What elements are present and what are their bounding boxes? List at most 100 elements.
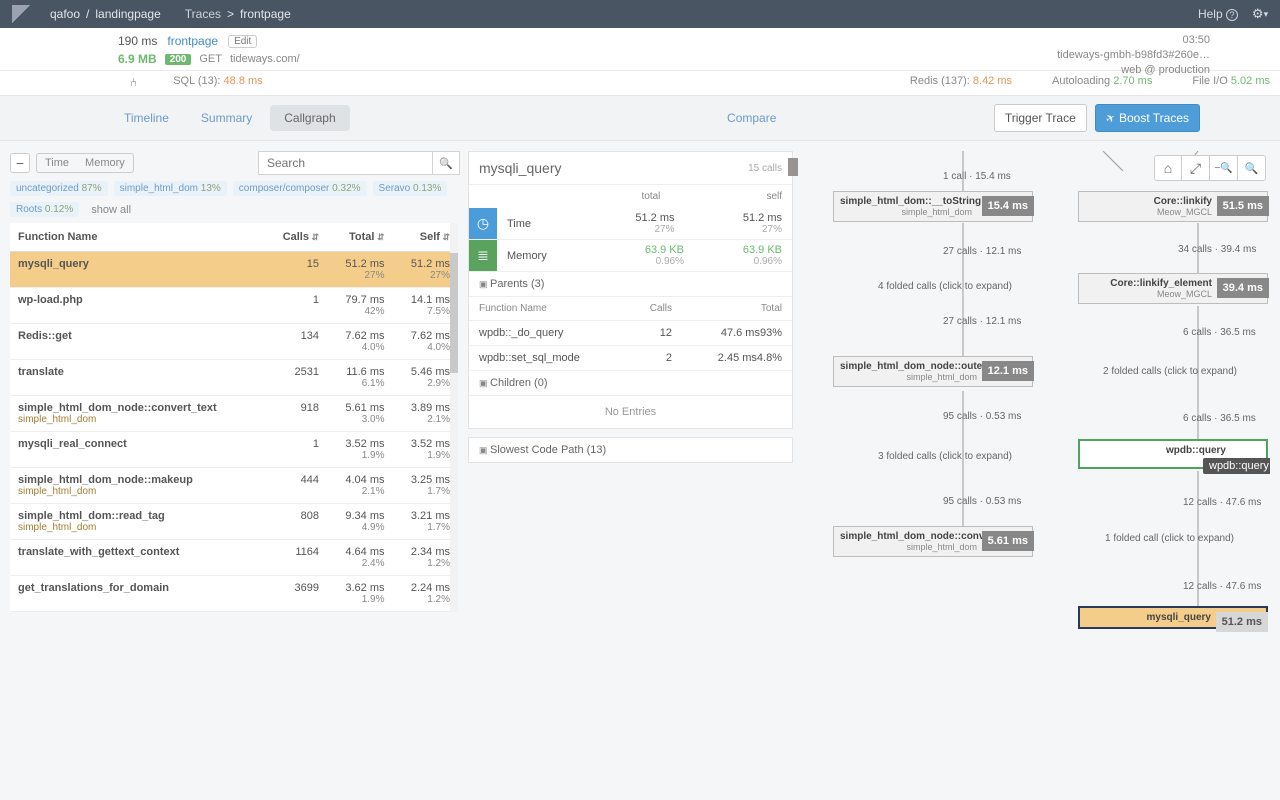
request-url: tideways.com/ [230, 53, 300, 65]
clock-time: 03:50 [1057, 34, 1210, 46]
graph-zoom-in-button[interactable] [1238, 155, 1266, 181]
col-self[interactable]: Self [393, 223, 459, 252]
filter-chip[interactable]: composer/composer 0.32% [233, 181, 367, 196]
slowest-section-header[interactable]: Slowest Code Path (13) [469, 438, 792, 462]
collapse-button[interactable]: − [10, 153, 30, 173]
host-name: tideways-gmbh-b98fd3#260e… [1057, 49, 1210, 61]
time-memory-toggle[interactable]: Time Memory [36, 153, 134, 173]
route-link[interactable]: frontpage [167, 34, 218, 48]
compare-link[interactable]: Compare [727, 111, 776, 125]
clock-icon [477, 215, 489, 232]
edge-label: 34 calls · 39.4 ms [1178, 244, 1256, 255]
top-navbar: qafoo / landingpage Traces > frontpage H… [0, 0, 1280, 28]
project-link[interactable]: landingpage [95, 7, 160, 21]
table-row[interactable]: get_translations_for_domain36993.62 ms1.… [10, 576, 458, 612]
table-row[interactable]: simple_html_dom_node::makeupsimple_html_… [10, 468, 458, 504]
edit-button[interactable]: Edit [228, 35, 257, 48]
detail-calls: 15 calls [748, 163, 782, 174]
edge-label: 6 calls · 36.5 ms [1183, 413, 1256, 424]
boost-traces-button[interactable]: Boost Traces [1095, 104, 1200, 132]
graph-node[interactable]: simple_html_dom_node::outertext@3simple_… [833, 356, 1033, 387]
database-icon [477, 247, 489, 264]
settings-menu-icon[interactable] [1252, 6, 1268, 22]
table-row[interactable]: simple_html_dom::read_tagsimple_html_dom… [10, 504, 458, 540]
edge-label: 1 call · 15.4 ms [943, 171, 1011, 182]
fileio-time: 5.02 ms [1231, 75, 1270, 87]
folded-calls[interactable]: 4 folded calls (click to expand) [878, 281, 1012, 292]
edge-label: 27 calls · 12.1 ms [943, 246, 1021, 257]
folded-calls[interactable]: 2 folded calls (click to expand) [1103, 366, 1237, 377]
folded-calls[interactable]: 3 folded calls (click to expand) [878, 451, 1012, 462]
trace-duration: 190 ms [118, 34, 157, 48]
panel-resize-handle[interactable] [788, 158, 798, 176]
callgraph-canvas[interactable]: 1 call · 15.4 ms simple_html_dom::__toSt… [803, 151, 1270, 671]
col-calls[interactable]: Calls [265, 223, 327, 252]
graph-tooltip: wpdb::query [1203, 458, 1270, 474]
table-row[interactable]: wp-load.php179.7 ms42%14.1 ms7.5% [10, 288, 458, 324]
filter-chip[interactable]: simple_html_dom 13% [114, 181, 227, 196]
tab-summary[interactable]: Summary [187, 105, 266, 131]
children-section-header[interactable]: Children (0) [469, 371, 792, 396]
tree-icon[interactable] [130, 75, 143, 89]
toggle-memory[interactable]: Memory [77, 154, 133, 172]
table-row[interactable]: wpdb::_do_query1247.6 ms93% [469, 321, 792, 346]
table-row[interactable]: mysqli_real_connect13.52 ms1.9%3.52 ms1.… [10, 432, 458, 468]
toggle-time[interactable]: Time [37, 154, 77, 172]
brand-logo-icon[interactable] [12, 5, 30, 23]
sql-time: 48.8 ms [224, 75, 263, 87]
memory-row-label: Memory [497, 240, 596, 271]
bolt-icon [1106, 111, 1119, 125]
http-method: GET [199, 53, 222, 65]
filter-chip[interactable]: Roots 0.12% [10, 202, 79, 217]
memory-usage: 6.9 MB [118, 52, 157, 66]
graph-node[interactable]: Core::linkifyMeow_MGCL 51.5 ms [1078, 191, 1268, 222]
graph-fullscreen-button[interactable] [1182, 155, 1210, 181]
table-scrollbar[interactable] [450, 223, 458, 612]
breadcrumb-route[interactable]: frontpage [240, 7, 291, 21]
redis-time: 8.42 ms [973, 75, 1012, 87]
edge-label: 27 calls · 12.1 ms [943, 316, 1021, 327]
org-link[interactable]: qafoo [50, 7, 80, 21]
environment: web @ production [1057, 64, 1210, 76]
tab-timeline[interactable]: Timeline [110, 105, 183, 131]
search-input[interactable] [258, 151, 458, 175]
graph-node-hot[interactable]: mysqli_query 51.2 ms [1078, 606, 1268, 629]
tab-callgraph[interactable]: Callgraph [270, 105, 349, 131]
time-badge-icon [469, 208, 497, 239]
search-icon[interactable] [432, 151, 460, 175]
filter-chip[interactable]: uncategorized 87% [10, 181, 108, 196]
show-all-link[interactable]: show all [91, 204, 131, 216]
trace-header: 190 ms frontpage Edit 6.9 MB 200 GET tid… [0, 28, 1280, 71]
graph-zoom-out-button[interactable] [1210, 155, 1238, 181]
edge-label: 95 calls · 0.53 ms [943, 496, 1021, 507]
table-row[interactable]: Redis::get1347.62 ms4.0%7.62 ms4.0% [10, 324, 458, 360]
edge-label: 12 calls · 47.6 ms [1183, 581, 1261, 592]
parents-section-header[interactable]: Parents (3) [469, 272, 792, 297]
graph-node[interactable]: simple_html_dom_node::convert_textsimple… [833, 526, 1033, 557]
graph-node[interactable]: Core::linkify_elementMeow_MGCL 39.4 ms [1078, 273, 1268, 304]
breadcrumb-traces[interactable]: Traces [185, 7, 221, 21]
no-entries-label: No Entries [469, 396, 792, 428]
filter-chip[interactable]: Seravo 0.13% [373, 181, 448, 196]
functions-table: Function Name Calls Total Self mysqli_qu… [10, 223, 458, 612]
table-row[interactable]: simple_html_dom_node::convert_textsimple… [10, 396, 458, 432]
table-row[interactable]: translate_with_gettext_context11644.64 m… [10, 540, 458, 576]
graph-node[interactable]: simple_html_dom::__toStringsimple_html_d… [833, 191, 1033, 222]
memory-badge-icon [469, 240, 497, 271]
graph-home-button[interactable] [1154, 155, 1182, 181]
table-row[interactable]: wpdb::set_sql_mode22.45 ms4.8% [469, 346, 792, 371]
edge-label: 95 calls · 0.53 ms [943, 411, 1021, 422]
help-link[interactable]: Help ? [1198, 7, 1238, 21]
table-row[interactable]: mysqli_query1551.2 ms27%51.2 ms27% [10, 252, 458, 288]
graph-edges [803, 151, 1270, 671]
folded-calls[interactable]: 1 folded call (click to expand) [1105, 533, 1234, 544]
trigger-trace-button[interactable]: Trigger Trace [994, 104, 1087, 132]
edge-label: 6 calls · 36.5 ms [1183, 327, 1256, 338]
col-function[interactable]: Function Name [10, 223, 265, 252]
detail-title: mysqli_query [479, 160, 561, 176]
table-row[interactable]: translate253111.6 ms6.1%5.46 ms2.9% [10, 360, 458, 396]
col-total[interactable]: Total [327, 223, 392, 252]
http-status-badge: 200 [165, 54, 192, 65]
tabs-row: Timeline Summary Callgraph Compare Trigg… [0, 96, 1280, 141]
time-row-label: Time [497, 208, 577, 239]
